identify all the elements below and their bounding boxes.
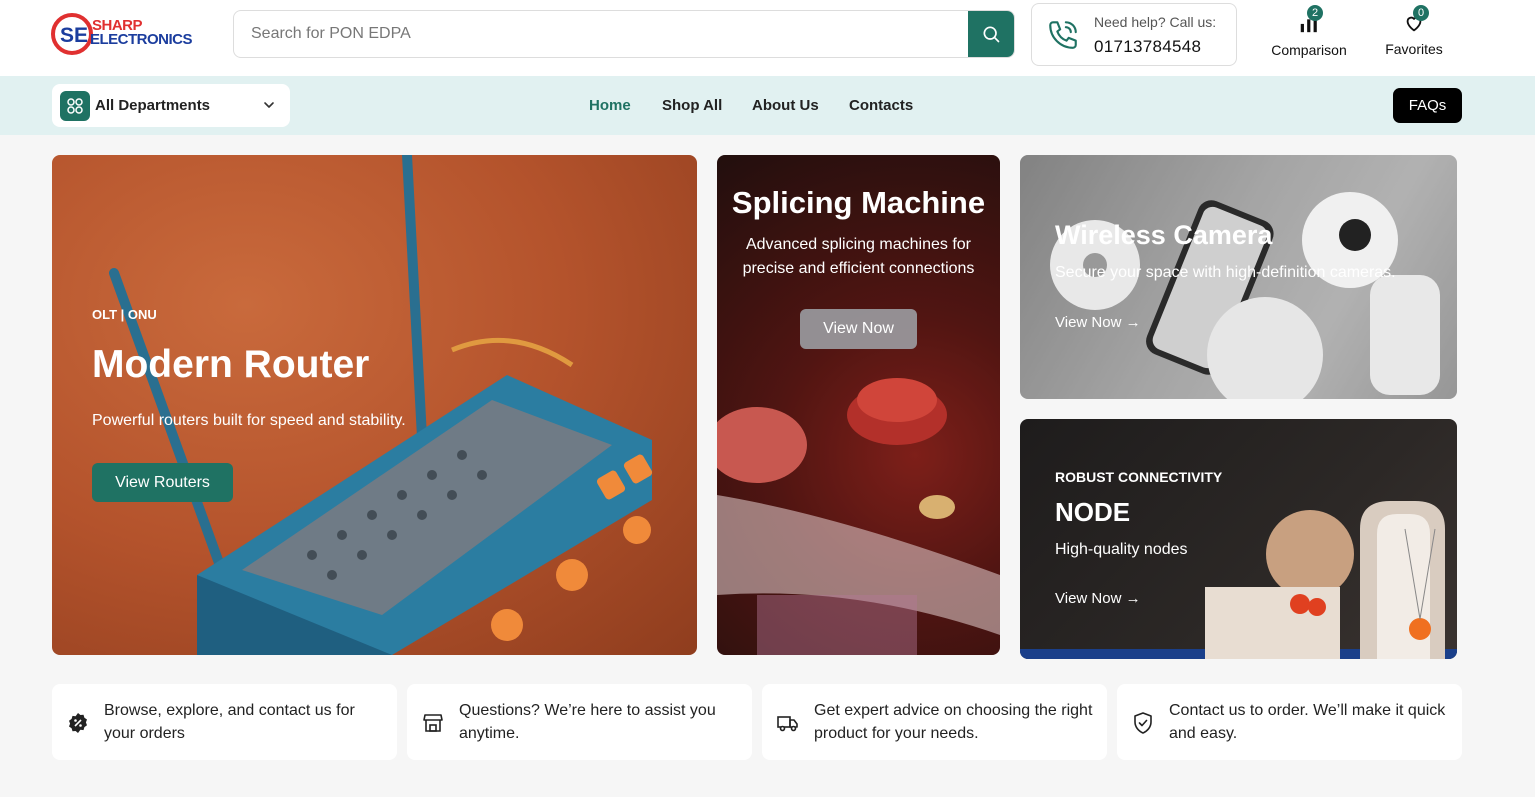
feature-text: Questions? We’re here to assist you anyt… xyxy=(459,702,716,742)
search-input[interactable] xyxy=(234,11,969,57)
help-contact[interactable]: Need help? Call us: 01713784548 xyxy=(1031,3,1237,66)
feature-text: Contact us to order. We’ll make it quick… xyxy=(1169,702,1446,742)
feature-card: Contact us to order. We’ll make it quick… xyxy=(1117,684,1462,760)
node-title: NODE xyxy=(1055,497,1131,527)
phone-icon xyxy=(1049,21,1077,49)
router-description: Powerful routers built for speed and sta… xyxy=(92,412,406,429)
delivery-truck-icon xyxy=(777,716,798,732)
camera-title: Wireless Camera xyxy=(1055,220,1273,250)
splicing-machine-image xyxy=(717,155,1000,655)
camera-description: Secure your space with high-definition c… xyxy=(1055,264,1396,281)
splicing-title: Splicing Machine xyxy=(731,185,986,220)
banner-modern-router[interactable]: OLT | ONU Modern Router Powerful routers… xyxy=(52,155,697,655)
main-nav: All Departments Home Shop All About Us C… xyxy=(0,76,1535,135)
help-phone[interactable]: 01713784548 xyxy=(1094,37,1201,57)
node-description: High-quality nodes xyxy=(1055,541,1188,558)
node-kicker: ROBUST CONNECTIVITY xyxy=(1055,469,1223,485)
feature-card: Get expert advice on choosing the right … xyxy=(762,684,1107,760)
router-kicker: OLT | ONU xyxy=(92,307,157,322)
feature-card: Browse, explore, and contact us for your… xyxy=(52,684,397,760)
favorites-label: Favorites xyxy=(1385,41,1443,57)
feature-text: Browse, explore, and contact us for your… xyxy=(104,702,355,742)
search-icon xyxy=(983,26,1000,43)
banner-node[interactable]: ROBUST CONNECTIVITY NODE High-quality no… xyxy=(1020,419,1457,659)
nav-about-us[interactable]: About Us xyxy=(752,97,819,114)
search-button[interactable] xyxy=(968,11,1014,57)
store-icon xyxy=(423,714,443,732)
banner-wireless-camera[interactable]: Wireless Camera Secure your space with h… xyxy=(1020,155,1457,399)
feature-card: Questions? We’re here to assist you anyt… xyxy=(407,684,752,760)
splicing-view-now-button[interactable]: View Now xyxy=(800,309,917,349)
shield-check-icon xyxy=(1134,712,1152,734)
nav-home[interactable]: Home xyxy=(589,97,631,114)
comparison-label: Comparison xyxy=(1271,42,1347,58)
faqs-button[interactable]: FAQs xyxy=(1393,88,1462,123)
splicing-description: Advanced splicing machines for precise a… xyxy=(742,236,975,277)
node-view-now-link[interactable]: View Now → xyxy=(1055,590,1141,607)
site-header: SE SHARP ELECTRONICS Need help? Call us:… xyxy=(0,0,1535,76)
brand-logo[interactable]: SE SHARP ELECTRONICS xyxy=(50,11,195,57)
feature-text: Get expert advice on choosing the right … xyxy=(814,702,1093,742)
banner-splicing-machine[interactable]: Splicing Machine Advanced splicing machi… xyxy=(717,155,1000,655)
node-image xyxy=(1020,501,1457,659)
comparison-button[interactable]: 2 Comparison xyxy=(1266,5,1352,58)
favorites-count-badge: 0 xyxy=(1413,5,1429,21)
grid-icon xyxy=(60,91,90,121)
discount-badge-icon xyxy=(69,713,87,733)
all-departments-dropdown[interactable]: All Departments xyxy=(52,84,290,127)
nav-shop-all[interactable]: Shop All xyxy=(662,97,722,114)
logo-line-2: ELECTRONICS xyxy=(90,31,193,48)
router-title: Modern Router xyxy=(92,343,370,386)
view-routers-button[interactable]: View Routers xyxy=(92,463,233,502)
help-label: Need help? Call us: xyxy=(1094,14,1217,30)
departments-label: All Departments xyxy=(95,97,211,114)
nav-contacts[interactable]: Contacts xyxy=(849,97,913,114)
search-bar xyxy=(233,10,1015,58)
comparison-count-badge: 2 xyxy=(1307,5,1323,21)
svg-text:SE: SE xyxy=(60,24,88,47)
favorites-button[interactable]: 0 Favorites xyxy=(1380,5,1448,57)
camera-view-now-link[interactable]: View Now → xyxy=(1055,314,1141,331)
chevron-down-icon xyxy=(264,102,274,108)
router-image xyxy=(109,155,653,655)
